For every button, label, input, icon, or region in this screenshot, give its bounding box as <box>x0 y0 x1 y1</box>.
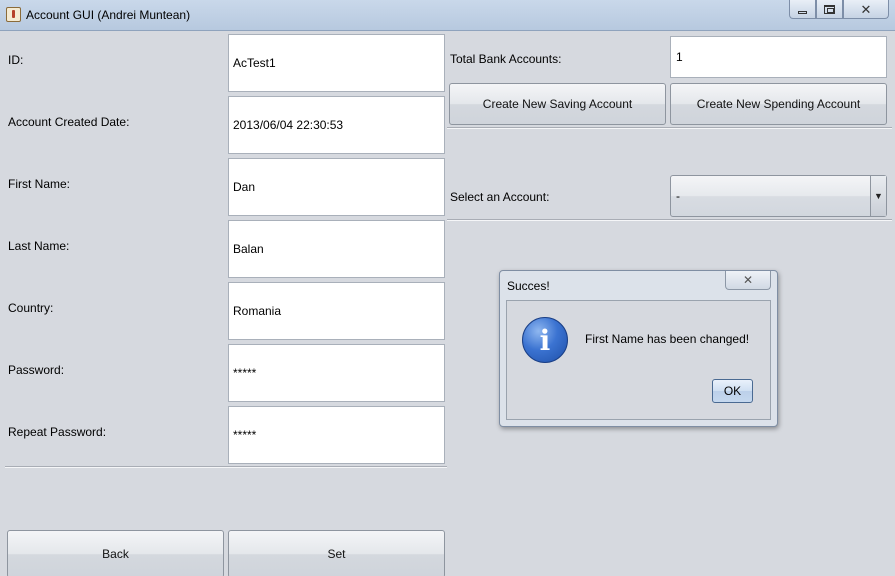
minimize-icon <box>798 10 807 14</box>
form-row-created-date: Account Created Date: 2013/06/04 22:30:5… <box>5 93 447 154</box>
first-name-field[interactable]: Dan <box>228 158 445 216</box>
close-icon: ✕ <box>860 1 872 17</box>
accounts-separator-top <box>447 127 892 129</box>
form-row-first-name: First Name: Dan <box>5 155 447 216</box>
form-row-id: ID: AcTest1 <box>5 31 447 92</box>
id-label: ID: <box>8 53 24 67</box>
account-select[interactable]: - ▼ <box>670 175 887 217</box>
repeat-password-field[interactable]: ***** <box>228 406 445 464</box>
created-date-field[interactable]: 2013/06/04 22:30:53 <box>228 96 445 154</box>
form-row-country: Country: Romania <box>5 279 447 340</box>
created-date-label: Account Created Date: <box>8 115 130 129</box>
form-row-repeat-password: Repeat Password: ***** <box>5 403 447 464</box>
restore-icon <box>824 4 835 14</box>
form-row-password: Password: ***** <box>5 341 447 402</box>
select-account-label: Select an Account: <box>450 190 550 204</box>
total-accounts-label: Total Bank Accounts: <box>450 52 562 66</box>
id-field[interactable]: AcTest1 <box>228 34 445 92</box>
info-icon: i <box>522 317 568 363</box>
total-accounts-field[interactable]: 1 <box>670 36 887 78</box>
repeat-password-label: Repeat Password: <box>8 425 107 439</box>
account-select-value: - <box>676 189 680 203</box>
ok-button[interactable]: OK <box>712 379 753 403</box>
dialog-body: i First Name has been changed! OK <box>506 300 771 420</box>
password-label: Password: <box>8 363 65 377</box>
form-separator <box>5 466 447 468</box>
success-dialog: Succes! ✕ i First Name has been changed!… <box>499 270 778 427</box>
dialog-close-button[interactable]: ✕ <box>725 271 771 290</box>
dialog-title: Succes! <box>507 279 550 293</box>
close-button[interactable]: ✕ <box>843 0 889 19</box>
java-app-icon <box>6 7 21 22</box>
window-title: Account GUI (Andrei Muntean) <box>26 8 191 22</box>
country-field[interactable]: Romania <box>228 282 445 340</box>
create-saving-account-button[interactable]: Create New Saving Account <box>449 83 666 125</box>
accounts-separator-bottom <box>447 219 892 221</box>
maximize-button[interactable] <box>816 0 843 19</box>
minimize-button[interactable] <box>789 0 816 19</box>
form-row-last-name: Last Name: Balan <box>5 217 447 278</box>
dialog-message: First Name has been changed! <box>585 332 750 346</box>
password-field[interactable]: ***** <box>228 344 445 402</box>
create-spending-account-button[interactable]: Create New Spending Account <box>670 83 887 125</box>
set-button[interactable]: Set <box>228 530 445 576</box>
window-titlebar: Account GUI (Andrei Muntean) ✕ <box>0 0 895 31</box>
last-name-label: Last Name: <box>8 239 70 253</box>
chevron-down-icon[interactable]: ▼ <box>870 176 886 216</box>
country-label: Country: <box>8 301 54 315</box>
window-controls: ✕ <box>789 0 889 20</box>
close-icon: ✕ <box>742 273 754 287</box>
back-button[interactable]: Back <box>7 530 224 576</box>
first-name-label: First Name: <box>8 177 71 191</box>
last-name-field[interactable]: Balan <box>228 220 445 278</box>
